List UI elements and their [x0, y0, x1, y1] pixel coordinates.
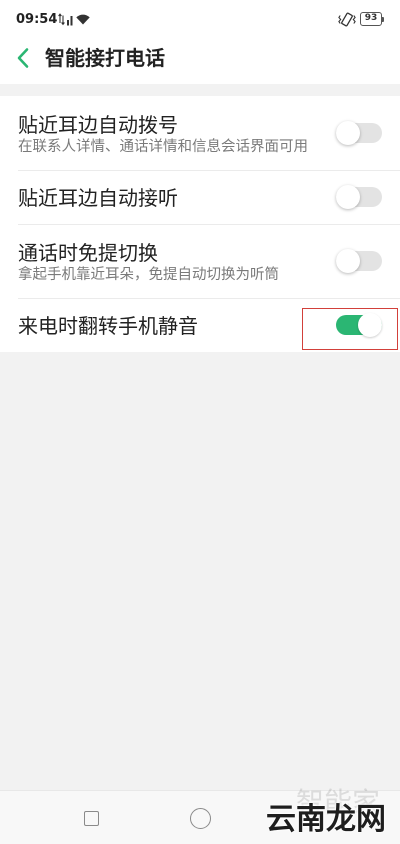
signal-icon [58, 13, 73, 26]
auto-dial-toggle[interactable] [336, 121, 382, 145]
setting-subtitle: 在联系人详情、通话详情和信息会话界面可用 [18, 138, 308, 155]
flip-to-mute-toggle[interactable] [336, 313, 382, 337]
chevron-left-icon [17, 48, 29, 68]
status-bar: 09:54 93 [0, 0, 400, 38]
setting-subtitle: 拿起手机靠近耳朵，免提自动切换为听筒 [18, 266, 279, 283]
home-icon [189, 807, 211, 829]
home-button[interactable] [182, 800, 218, 836]
auto-answer-toggle[interactable] [336, 185, 382, 209]
watermark: 云南龙网 [266, 802, 386, 837]
setting-title: 贴近耳边自动接听 [18, 186, 178, 210]
setting-title: 通话时免提切换 [18, 240, 158, 265]
speaker-switch-toggle[interactable] [336, 249, 382, 273]
toggle-knob [358, 313, 382, 337]
setting-text: 通话时免提切换 拿起手机靠近耳朵，免提自动切换为听筒 [18, 239, 279, 284]
back-button[interactable] [8, 43, 38, 73]
toggle-knob [336, 121, 360, 145]
battery-level: 93 [364, 13, 378, 23]
setting-title: 来电时翻转手机静音 [18, 314, 198, 338]
setting-text: 贴近耳边自动接听 [18, 184, 178, 210]
setting-text: 贴近耳边自动拨号 在联系人详情、通话详情和信息会话界面可用 [18, 111, 308, 156]
toggle-knob [336, 249, 360, 273]
toggle-knob [336, 185, 360, 209]
recents-icon [83, 810, 99, 826]
page-title: 智能接打电话 [45, 46, 165, 70]
battery-icon: 93 [360, 12, 382, 26]
settings-screen: 09:54 93 智能接打电话 贴近耳边自动拨号 在联系人详情、通话详情和信息会… [0, 0, 400, 844]
wifi-icon [76, 14, 90, 25]
setting-text: 来电时翻转手机静音 [18, 312, 198, 338]
setting-row-flip-to-mute[interactable]: 来电时翻转手机静音 [0, 298, 400, 352]
setting-row-auto-dial[interactable]: 贴近耳边自动拨号 在联系人详情、通话详情和信息会话界面可用 [0, 96, 400, 170]
settings-list: 贴近耳边自动拨号 在联系人详情、通话详情和信息会话界面可用 贴近耳边自动接听 通… [0, 96, 400, 352]
setting-row-speaker-switch[interactable]: 通话时免提切换 拿起手机靠近耳朵，免提自动切换为听筒 [0, 224, 400, 298]
setting-row-auto-answer[interactable]: 贴近耳边自动接听 [0, 170, 400, 224]
header: 智能接打电话 [0, 38, 400, 84]
recents-button[interactable] [73, 800, 109, 836]
battery-cap [382, 16, 384, 22]
vibrate-icon [338, 12, 356, 27]
setting-title: 贴近耳边自动拨号 [18, 112, 178, 137]
status-time: 09:54 [16, 12, 58, 27]
